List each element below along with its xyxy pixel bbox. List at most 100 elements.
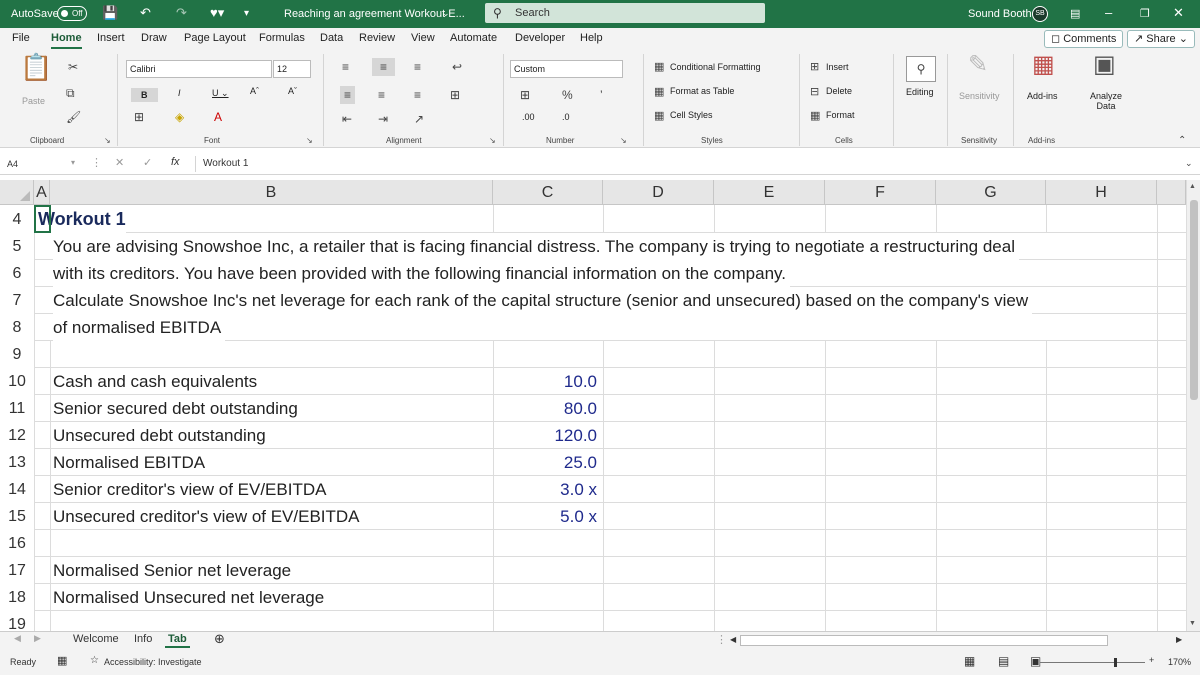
- accessibility-status[interactable]: Accessibility: Investigate: [104, 657, 202, 667]
- find-icon[interactable]: ⚲: [906, 56, 936, 82]
- enter-icon[interactable]: ✓: [143, 156, 152, 169]
- cell-value[interactable]: 25.0: [493, 449, 597, 476]
- undo-icon[interactable]: ↶: [140, 5, 151, 21]
- align-bottom-icon[interactable]: ≡: [414, 60, 421, 74]
- row-header[interactable]: 8: [0, 314, 34, 341]
- cell-label[interactable]: Senior secured debt outstanding: [53, 395, 298, 422]
- insert-function-icon[interactable]: fx: [171, 156, 180, 168]
- number-format-select[interactable]: Custom: [510, 60, 623, 78]
- tab-draw[interactable]: Draw: [141, 32, 167, 44]
- accounting-format-icon[interactable]: ⊞: [520, 88, 530, 102]
- sensitivity-icon[interactable]: ✎: [968, 53, 988, 77]
- tab-review[interactable]: Review: [359, 32, 395, 44]
- cell-label[interactable]: Unsecured debt outstanding: [53, 422, 266, 449]
- add-sheet-icon[interactable]: ⊕: [214, 631, 225, 647]
- row-header[interactable]: 17: [0, 557, 34, 584]
- scroll-down-icon[interactable]: ▼: [1189, 620, 1196, 627]
- paste-label[interactable]: Paste: [22, 96, 45, 106]
- cell-styles-button[interactable]: Cell Styles: [670, 110, 713, 120]
- cell-a4-title[interactable]: Workout 1: [38, 206, 126, 233]
- prev-sheet-icon[interactable]: ◀: [14, 633, 21, 644]
- comma-style-icon[interactable]: ’: [600, 88, 603, 102]
- scroll-right-icon[interactable]: ▶: [1176, 635, 1182, 644]
- name-box-dropdown-icon[interactable]: ▾: [71, 158, 75, 167]
- zoom-slider[interactable]: [1040, 662, 1145, 663]
- user-name[interactable]: Sound Booth: [968, 8, 1032, 20]
- row-header[interactable]: 6: [0, 260, 34, 287]
- addins-icon[interactable]: ▦: [1032, 53, 1055, 77]
- align-right-icon[interactable]: ≡: [414, 88, 421, 102]
- row-header[interactable]: 9: [0, 341, 34, 368]
- analyze-data-button[interactable]: Analyze Data: [1088, 91, 1124, 111]
- cell-b8-text[interactable]: of normalised EBITDA: [53, 314, 226, 341]
- redo-icon[interactable]: ↷: [176, 5, 187, 21]
- search-box[interactable]: ⚲ Search: [485, 3, 765, 23]
- formula-input[interactable]: Workout 1: [195, 156, 248, 172]
- customize-toolbar-icon[interactable]: ▾: [244, 8, 249, 19]
- tab-automate[interactable]: Automate: [450, 32, 497, 44]
- column-header-g[interactable]: G: [936, 180, 1046, 205]
- align-center-icon[interactable]: ≡: [378, 88, 385, 102]
- tab-page-layout[interactable]: Page Layout: [184, 32, 246, 44]
- cell-label[interactable]: Normalised Unsecured net leverage: [53, 584, 324, 611]
- align-top-icon[interactable]: ≡: [342, 60, 349, 74]
- cell-b5-text[interactable]: You are advising Snowshoe Inc, a retaile…: [53, 233, 1019, 260]
- row-header[interactable]: 12: [0, 422, 34, 449]
- sheet-tab-info[interactable]: Info: [134, 633, 152, 645]
- row-header[interactable]: 13: [0, 449, 34, 476]
- column-header-c[interactable]: C: [493, 180, 603, 205]
- tab-file[interactable]: File: [12, 32, 30, 44]
- cancel-icon[interactable]: ✕: [115, 156, 124, 169]
- split-handle-icon[interactable]: ⋮: [716, 633, 727, 646]
- tab-formulas[interactable]: Formulas: [259, 32, 305, 44]
- ribbon-display-icon[interactable]: ▤: [1070, 7, 1080, 20]
- tab-view[interactable]: View: [411, 32, 435, 44]
- borders-icon[interactable]: ⊞: [134, 110, 144, 124]
- cell-b6-text[interactable]: with its creditors. You have been provid…: [53, 260, 791, 287]
- increase-font-icon[interactable]: Aˆ: [250, 86, 259, 96]
- row-header[interactable]: 14: [0, 476, 34, 503]
- page-layout-view-icon[interactable]: ▤: [998, 654, 1009, 668]
- column-header-a[interactable]: A: [34, 180, 50, 205]
- number-launcher-icon[interactable]: ↘: [620, 136, 627, 145]
- cell-label[interactable]: Normalised Senior net leverage: [53, 557, 291, 584]
- next-sheet-icon[interactable]: ▶: [34, 633, 41, 644]
- row-header[interactable]: 16: [0, 530, 34, 557]
- addins-button[interactable]: Add-ins: [1027, 91, 1058, 101]
- touch-mode-icon[interactable]: ♥▾: [210, 5, 224, 21]
- macro-record-icon[interactable]: ▦: [57, 654, 67, 667]
- column-header-i[interactable]: [1157, 180, 1186, 205]
- expand-formula-icon[interactable]: ⌄: [1185, 158, 1193, 169]
- tab-insert[interactable]: Insert: [97, 32, 125, 44]
- row-header[interactable]: 4: [0, 206, 34, 233]
- align-left-icon[interactable]: ≡: [340, 86, 356, 104]
- tab-home[interactable]: Home: [51, 32, 82, 49]
- delete-cells-button[interactable]: Delete: [826, 86, 852, 96]
- italic-icon[interactable]: I: [178, 88, 181, 98]
- format-painter-icon[interactable]: 🖌: [66, 110, 81, 124]
- row-header[interactable]: 11: [0, 395, 34, 422]
- column-header-f[interactable]: F: [825, 180, 936, 205]
- decrease-indent-icon[interactable]: ⇤: [342, 112, 352, 126]
- select-all-corner[interactable]: [0, 180, 34, 205]
- column-header-d[interactable]: D: [603, 180, 714, 205]
- font-launcher-icon[interactable]: ↘: [306, 136, 313, 145]
- worksheet-grid[interactable]: A B C D E F G H 4 5 6 7 8 9 10 11 12 13 …: [0, 180, 1186, 631]
- cell-value[interactable]: 10.0: [493, 368, 597, 395]
- document-title[interactable]: Reaching an agreement Workout E...: [284, 8, 465, 20]
- insert-cells-button[interactable]: Insert: [826, 62, 849, 72]
- font-size-select[interactable]: 12: [273, 60, 311, 78]
- sheet-tab-welcome[interactable]: Welcome: [73, 633, 119, 645]
- decrease-decimal-icon[interactable]: .0: [562, 112, 570, 122]
- cell-value[interactable]: 5.0 x: [493, 503, 597, 530]
- column-header-e[interactable]: E: [714, 180, 825, 205]
- scroll-left-icon[interactable]: ◀: [730, 635, 736, 644]
- row-header[interactable]: 5: [0, 233, 34, 260]
- title-dropdown-icon[interactable]: ⌄: [442, 8, 450, 19]
- wrap-text-icon[interactable]: ↩: [452, 60, 462, 74]
- tab-help[interactable]: Help: [580, 32, 603, 44]
- fill-color-icon[interactable]: ◈: [175, 110, 184, 124]
- vertical-scrollbar[interactable]: ▲ ▼: [1186, 180, 1200, 631]
- merge-center-icon[interactable]: ⊞: [450, 88, 460, 102]
- format-as-table-button[interactable]: Format as Table: [670, 86, 734, 96]
